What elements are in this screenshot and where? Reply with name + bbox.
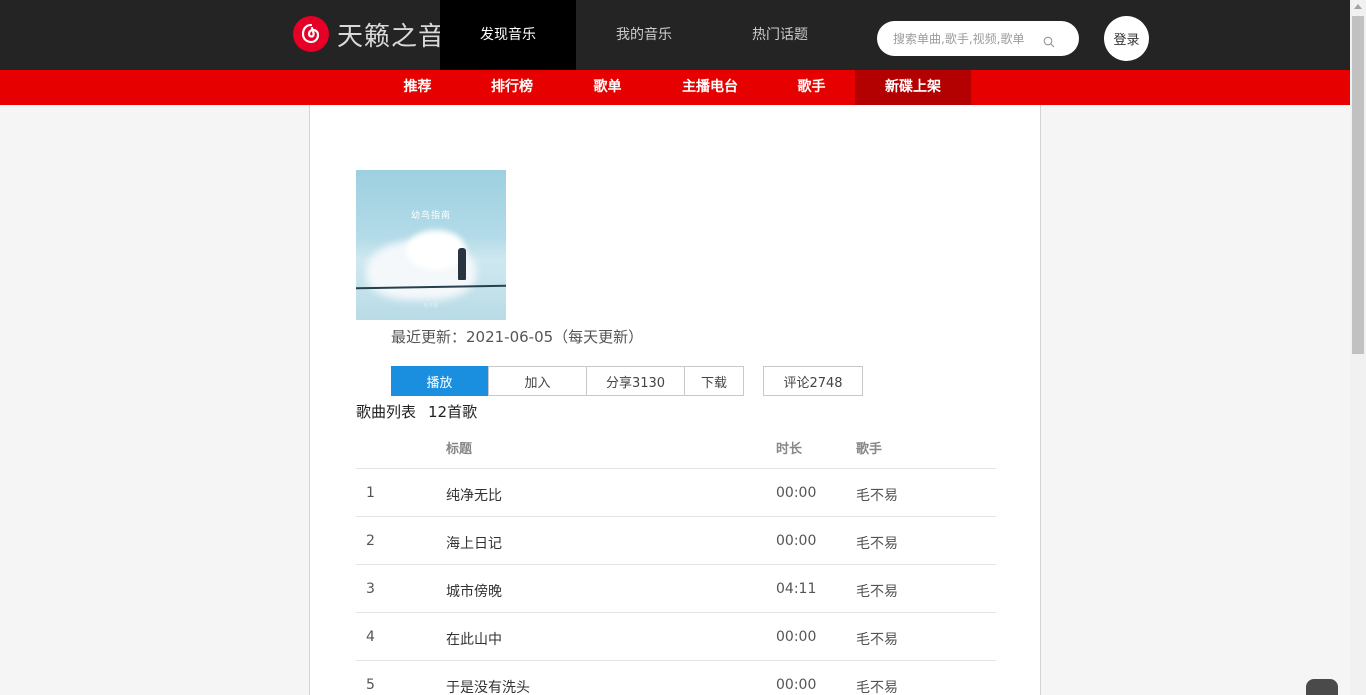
column-artist: 歌手 <box>856 442 883 457</box>
subnav-artists[interactable]: 歌手 <box>784 70 839 105</box>
song-list-title: 歌曲列表 <box>356 403 417 421</box>
row-artist[interactable]: 毛不易 <box>856 485 898 505</box>
page-scrollbar[interactable] <box>1350 0 1366 695</box>
column-title: 标题 <box>446 442 473 457</box>
comment-button[interactable]: 评论2748 <box>763 366 863 396</box>
row-title[interactable]: 纯净无比 <box>446 485 502 505</box>
scroll-up-icon[interactable] <box>1354 4 1362 9</box>
cover-title: 幼鸟指南 <box>410 211 451 221</box>
row-artist[interactable]: 毛不易 <box>856 533 898 553</box>
netease-music-icon <box>293 16 329 52</box>
table-row[interactable]: 1 纯净无比 00:00 毛不易 <box>356 469 996 517</box>
subnav-charts[interactable]: 排行榜 <box>480 70 544 105</box>
row-index: 1 <box>366 485 375 501</box>
share-button[interactable]: 分享3130 <box>586 366 685 396</box>
cover-figure <box>458 248 466 280</box>
row-duration: 00:00 <box>776 485 817 501</box>
table-header: 标题 时长 歌手 <box>356 425 996 469</box>
top-nav: 发现音乐 我的音乐 热门话题 <box>440 0 848 70</box>
album-cover[interactable]: 幼鸟指南 毛不易 <box>356 170 506 320</box>
top-header: 天籁之音 发现音乐 我的音乐 热门话题 登录 <box>0 0 1350 70</box>
subnav-new-albums[interactable]: 新碟上架 <box>855 70 971 105</box>
logo-text: 天籁之音 <box>337 21 446 52</box>
row-title[interactable]: 于是没有洗头 <box>446 677 530 695</box>
row-duration: 00:00 <box>776 677 817 693</box>
row-index: 2 <box>366 533 375 549</box>
row-duration: 00:00 <box>776 629 817 645</box>
sub-nav: 推荐 排行榜 歌单 主播电台 歌手 新碟上架 <box>0 70 1350 105</box>
row-artist[interactable]: 毛不易 <box>856 629 898 649</box>
search-input[interactable] <box>893 31 1043 46</box>
login-button[interactable]: 登录 <box>1104 16 1149 61</box>
logo[interactable]: 天籁之音 <box>293 16 445 52</box>
subnav-recommend[interactable]: 推荐 <box>390 70 445 105</box>
search-box[interactable] <box>877 21 1079 56</box>
top-nav-hot-topics[interactable]: 热门话题 <box>712 0 848 70</box>
top-nav-my-music[interactable]: 我的音乐 <box>576 0 712 70</box>
top-nav-discover[interactable]: 发现音乐 <box>440 0 576 70</box>
row-title[interactable]: 海上日记 <box>446 533 502 553</box>
row-duration: 00:00 <box>776 533 817 549</box>
play-button[interactable]: 播放 <box>391 366 488 396</box>
search-icon[interactable] <box>1043 33 1055 47</box>
back-to-top-button[interactable] <box>1306 679 1338 695</box>
row-title[interactable]: 城市傍晚 <box>446 581 502 601</box>
main-content: 幼鸟指南 毛不易 最近更新：2021-06-05（每天更新） 播放 加入 分享3… <box>309 105 1041 695</box>
scrollbar-thumb[interactable] <box>1352 16 1364 354</box>
row-index: 4 <box>366 629 375 645</box>
row-artist[interactable]: 毛不易 <box>856 581 898 601</box>
table-row[interactable]: 2 海上日记 00:00 毛不易 <box>356 517 996 565</box>
song-count: 12首歌 <box>428 403 478 421</box>
song-table: 标题 时长 歌手 1 纯净无比 00:00 毛不易 2 海上日记 00:00 毛… <box>356 425 996 695</box>
table-row[interactable]: 3 城市傍晚 04:11 毛不易 <box>356 565 996 613</box>
row-title[interactable]: 在此山中 <box>446 629 502 649</box>
table-row[interactable]: 5 于是没有洗头 00:00 毛不易 <box>356 661 996 695</box>
update-date: 最近更新：2021-06-05（每天更新） <box>391 328 644 346</box>
column-duration: 时长 <box>776 442 803 457</box>
subnav-radio[interactable]: 主播电台 <box>672 70 748 105</box>
row-duration: 04:11 <box>776 581 817 597</box>
row-index: 5 <box>366 677 375 693</box>
row-index: 3 <box>366 581 375 597</box>
add-button[interactable]: 加入 <box>488 366 587 396</box>
subnav-playlists[interactable]: 歌单 <box>580 70 635 105</box>
song-list-heading: 歌曲列表 12首歌 <box>356 401 477 422</box>
row-artist[interactable]: 毛不易 <box>856 677 898 695</box>
cover-artist: 毛不易 <box>423 303 439 309</box>
download-button[interactable]: 下载 <box>684 366 744 396</box>
cover-cloud-top <box>406 230 466 270</box>
table-row[interactable]: 4 在此山中 00:00 毛不易 <box>356 613 996 661</box>
